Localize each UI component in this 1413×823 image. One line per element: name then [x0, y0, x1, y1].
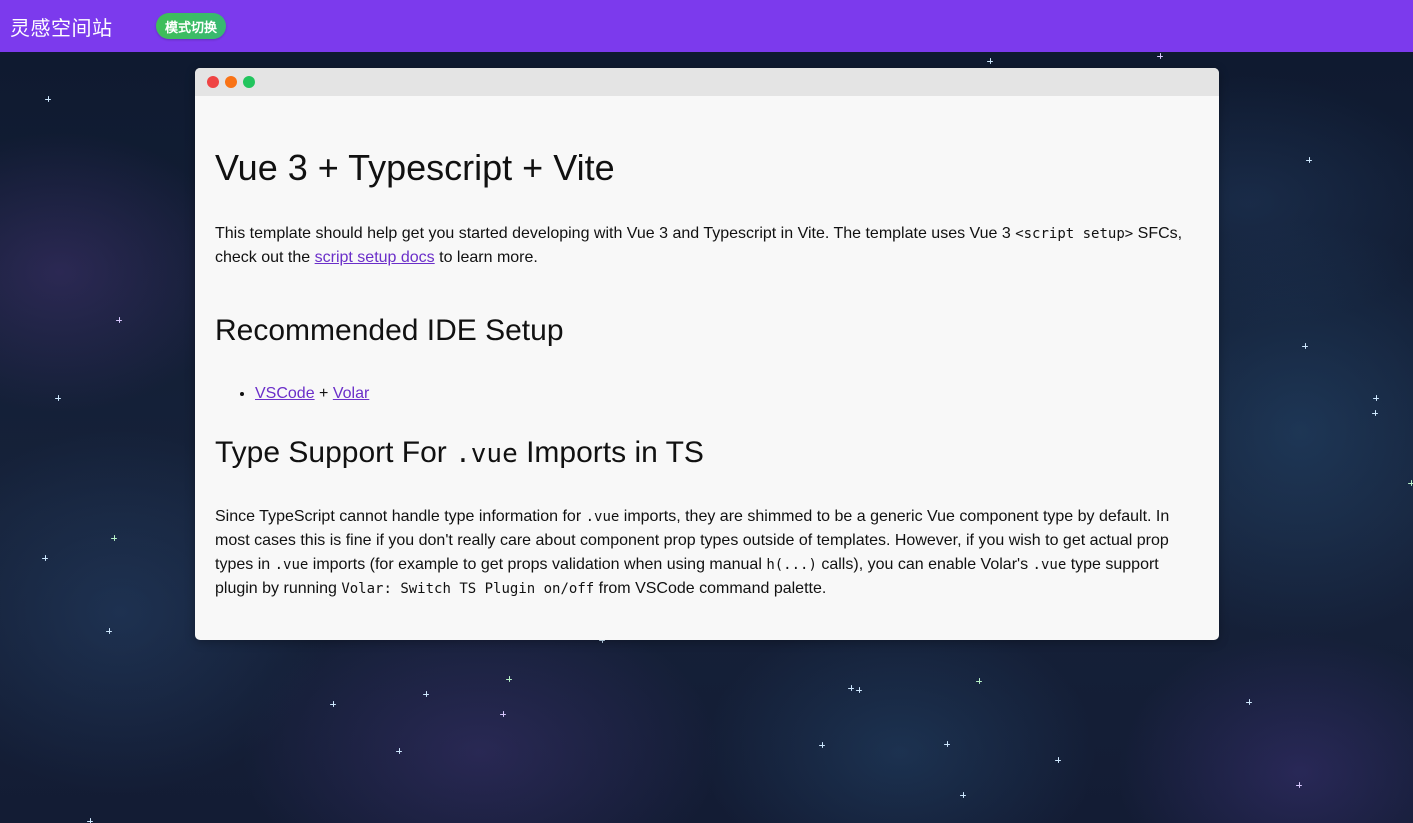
- inline-code: .vue: [274, 556, 309, 573]
- type-support-heading: Type Support For .vue Imports in TS: [215, 436, 1199, 469]
- star: [423, 691, 429, 697]
- star: [330, 701, 336, 707]
- body-text: calls), you can enable Volar's: [816, 555, 1033, 573]
- star: [976, 678, 982, 684]
- ide-list: VSCode + Volar: [215, 382, 1199, 406]
- volar-link[interactable]: Volar: [333, 385, 369, 402]
- star: [1055, 757, 1061, 763]
- star: [55, 395, 61, 401]
- top-navbar: 灵感空间站 模式切换: [0, 0, 1413, 52]
- star: [848, 685, 854, 691]
- inline-code: Volar: Switch TS Plugin on/off: [341, 580, 595, 597]
- star: [116, 317, 122, 323]
- star: [819, 742, 825, 748]
- star: [960, 792, 966, 798]
- window-titlebar: [195, 68, 1219, 96]
- star: [45, 96, 51, 102]
- mode-switch-button[interactable]: 模式切换: [156, 13, 227, 39]
- star: [396, 748, 402, 754]
- star: [856, 687, 862, 693]
- intro-text: to learn more.: [434, 248, 538, 266]
- inline-code: <script setup>: [1015, 225, 1134, 242]
- plus-text: +: [314, 384, 333, 402]
- body-text: imports (for example to get props valida…: [308, 555, 767, 573]
- readme-content: Vue 3 + Typescript + Vite This template …: [195, 96, 1219, 601]
- star: [87, 818, 93, 823]
- ide-setup-heading: Recommended IDE Setup: [215, 313, 564, 347]
- star: [987, 58, 993, 64]
- readme-window: Vue 3 + Typescript + Vite This template …: [195, 68, 1219, 640]
- list-item: VSCode + Volar: [255, 382, 1199, 406]
- page-title: Vue 3 + Typescript + Vite: [215, 147, 615, 188]
- intro-paragraph: This template should help get you starte…: [215, 222, 1199, 270]
- star: [111, 535, 117, 541]
- inline-code: .vue: [1032, 556, 1067, 573]
- vscode-link[interactable]: VSCode: [255, 385, 315, 402]
- star: [1246, 699, 1252, 705]
- star: [1408, 480, 1413, 486]
- star: [1372, 410, 1378, 416]
- heading-text: Type Support For: [215, 435, 456, 469]
- star: [506, 676, 512, 682]
- heading-text: Imports in TS: [517, 435, 704, 469]
- star: [944, 741, 950, 747]
- inline-code: h(...): [766, 556, 817, 573]
- star: [1157, 53, 1163, 59]
- site-title: 灵感空间站: [10, 15, 113, 40]
- body-text: from VSCode command palette.: [594, 579, 827, 597]
- star: [1296, 782, 1302, 788]
- star: [1306, 157, 1312, 163]
- star: [1373, 395, 1379, 401]
- star: [42, 555, 48, 561]
- type-support-paragraph: Since TypeScript cannot handle type info…: [215, 505, 1199, 601]
- star: [106, 628, 112, 634]
- maximize-dot-icon[interactable]: [243, 76, 255, 88]
- inline-code: .vue: [585, 508, 620, 525]
- close-dot-icon[interactable]: [207, 76, 219, 88]
- intro-text: This template should help get you starte…: [215, 224, 1016, 242]
- inline-code: .vue: [455, 438, 518, 469]
- star: [1302, 343, 1308, 349]
- script-setup-docs-link[interactable]: script setup docs: [315, 249, 435, 266]
- body-text: Since TypeScript cannot handle type info…: [215, 507, 586, 525]
- star: [500, 711, 506, 717]
- minimize-dot-icon[interactable]: [225, 76, 237, 88]
